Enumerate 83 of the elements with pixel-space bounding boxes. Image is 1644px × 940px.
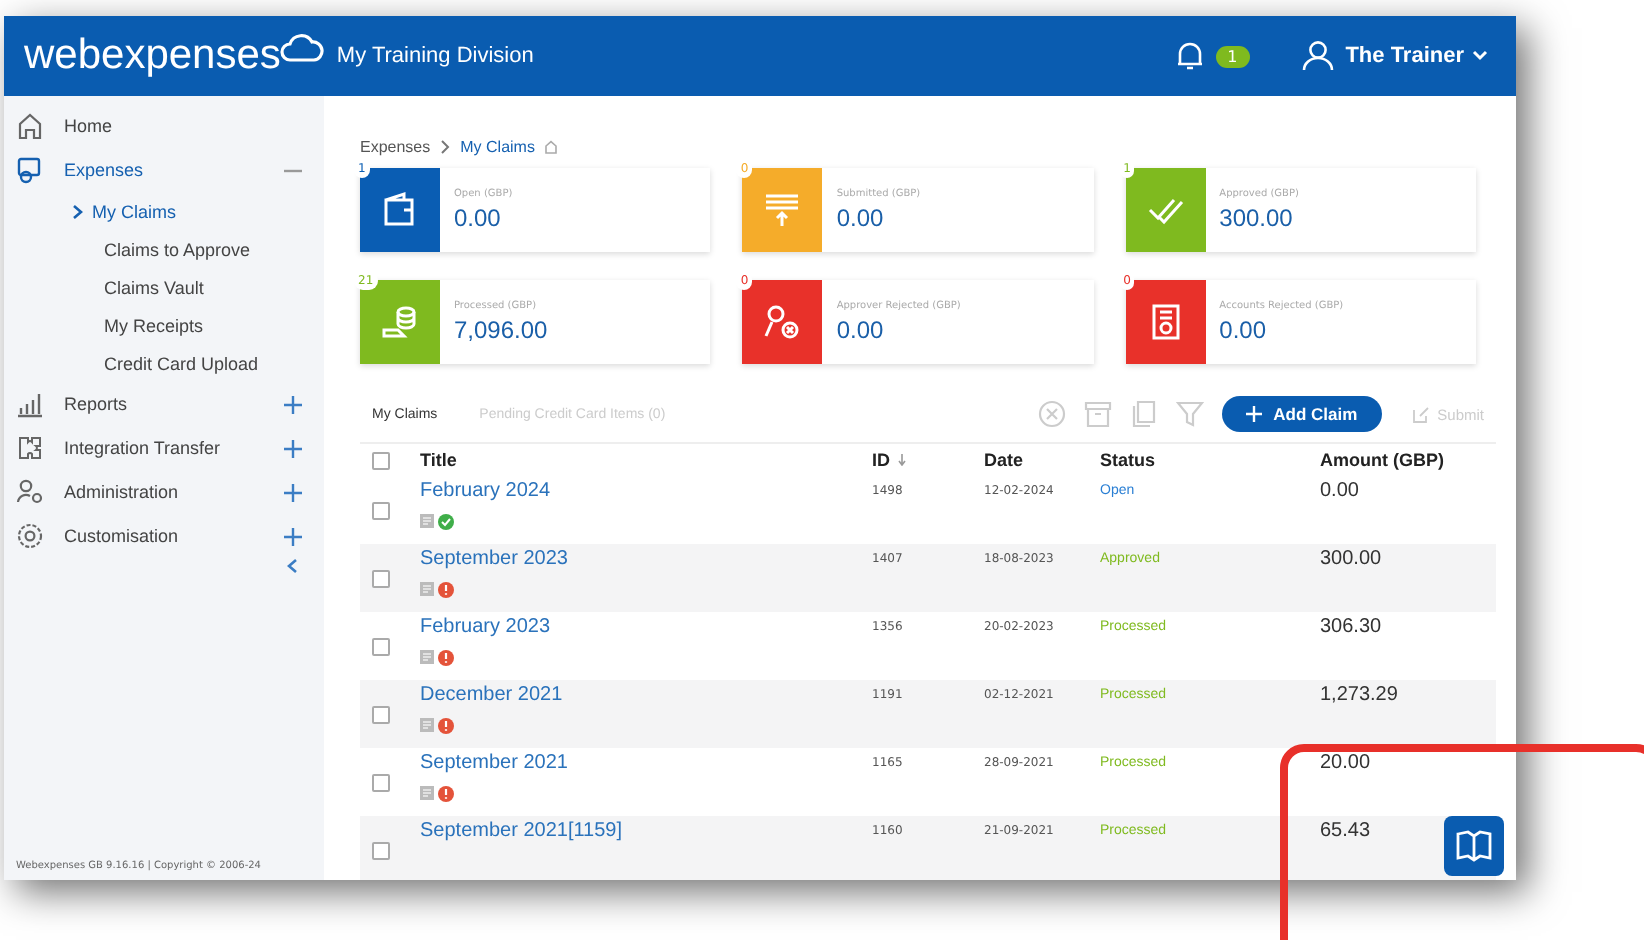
breadcrumb-link[interactable]: My Claims bbox=[460, 137, 535, 155]
upload-icon bbox=[762, 190, 803, 230]
person-gear-icon bbox=[16, 478, 44, 506]
plus-icon[interactable] bbox=[284, 527, 302, 545]
document-icon bbox=[420, 582, 434, 596]
claim-title-link[interactable]: February 2023 bbox=[420, 616, 872, 638]
card-amount: 7,096.00 bbox=[454, 316, 548, 344]
checkbox[interactable] bbox=[372, 773, 390, 791]
claim-title-link[interactable]: December 2021 bbox=[420, 684, 872, 706]
notification-badge: 1 bbox=[1215, 45, 1250, 67]
amount-cell-text: 0.00 bbox=[1320, 478, 1361, 502]
column-header[interactable]: Title bbox=[420, 450, 872, 470]
plus-icon bbox=[1245, 406, 1262, 422]
user-menu[interactable]: The Trainer bbox=[1345, 44, 1488, 68]
claim-title-link[interactable]: September 2023 bbox=[420, 548, 872, 570]
card-amount: 0.00 bbox=[1219, 316, 1269, 344]
division-name: My Training Division bbox=[336, 44, 534, 68]
cloud-icon bbox=[280, 32, 325, 64]
chevron-right-icon bbox=[440, 139, 451, 153]
settings-icon bbox=[16, 522, 44, 550]
cancel-icon[interactable] bbox=[1037, 400, 1066, 428]
plus-icon[interactable] bbox=[284, 395, 302, 413]
checkbox[interactable] bbox=[372, 637, 390, 655]
nav-item[interactable]: Home bbox=[64, 116, 308, 136]
nav-subitem[interactable]: My Claims bbox=[84, 201, 176, 221]
puzzle-icon bbox=[16, 434, 44, 462]
nav-subitem[interactable]: My Receipts bbox=[84, 315, 204, 335]
card-amount: 0.00 bbox=[454, 204, 503, 232]
nav-item[interactable]: Administration bbox=[64, 482, 264, 502]
chevron-right-icon bbox=[72, 203, 84, 219]
wallet-icon bbox=[380, 190, 420, 230]
copy-icon[interactable] bbox=[1129, 400, 1158, 428]
plus-icon[interactable] bbox=[284, 483, 302, 501]
nav-item[interactable]: Customisation bbox=[64, 526, 264, 546]
plus-icon[interactable] bbox=[284, 439, 302, 457]
breadcrumb-link[interactable]: Expenses bbox=[360, 137, 431, 155]
sort-arrow-icon bbox=[898, 454, 906, 466]
document-icon bbox=[420, 786, 434, 800]
claim-title-link[interactable]: September 2021 bbox=[420, 752, 872, 774]
checkbox[interactable] bbox=[372, 451, 390, 469]
nav-subitem[interactable]: Credit Card Upload bbox=[84, 353, 259, 373]
checkbox[interactable] bbox=[372, 705, 390, 723]
person-cross-icon bbox=[762, 302, 803, 342]
card-amount: 0.00 bbox=[836, 316, 886, 344]
book-icon bbox=[1456, 830, 1492, 862]
amount-cell-text: 1,273.29 bbox=[1320, 682, 1400, 706]
bar-chart-icon bbox=[16, 390, 44, 418]
logo[interactable]: webexpenses bbox=[24, 32, 281, 80]
checkbox[interactable] bbox=[372, 501, 390, 519]
collapse-icon[interactable] bbox=[286, 558, 298, 574]
document-icon bbox=[420, 650, 434, 664]
add-claim-button[interactable]: Add Claim bbox=[1221, 396, 1382, 432]
column-header[interactable]: Date bbox=[984, 450, 1100, 470]
chevron-down-icon bbox=[1472, 50, 1488, 62]
bell-icon[interactable] bbox=[1175, 40, 1204, 72]
amount-cell-text: 20.00 bbox=[1320, 750, 1373, 774]
nav-subitem[interactable]: Claims Vault bbox=[84, 277, 204, 297]
nav-subitem[interactable]: Claims to Approve bbox=[84, 239, 251, 259]
user-icon bbox=[1301, 40, 1334, 72]
help-button[interactable] bbox=[1444, 816, 1504, 876]
nav-item[interactable]: Expenses bbox=[64, 160, 264, 180]
claim-title-link[interactable]: February 2024 bbox=[420, 480, 872, 502]
filter-icon[interactable] bbox=[1175, 400, 1204, 428]
column-header[interactable]: ID bbox=[872, 450, 984, 470]
nav-item[interactable]: Integration Transfer bbox=[64, 438, 264, 458]
nav-item[interactable]: Reports bbox=[64, 394, 264, 414]
document-icon bbox=[420, 718, 434, 732]
checkbox[interactable] bbox=[372, 841, 390, 859]
amount-cell-text: 306.30 bbox=[1320, 614, 1384, 638]
card-amount: 300.00 bbox=[1219, 204, 1295, 232]
home-icon bbox=[16, 112, 44, 140]
card-amount: 0.00 bbox=[836, 204, 886, 232]
edit-icon bbox=[1411, 405, 1430, 423]
column-header[interactable]: Amount (GBP) bbox=[1320, 450, 1480, 470]
archive-icon[interactable] bbox=[1083, 400, 1112, 428]
claim-title-link[interactable]: September 2021[1159] bbox=[420, 820, 872, 842]
column-header[interactable]: Status bbox=[1100, 450, 1320, 470]
amount-cell-text: 300.00 bbox=[1320, 546, 1384, 570]
document-icon bbox=[420, 514, 434, 528]
amount-cell-text: 65.43 bbox=[1320, 818, 1373, 842]
checkbox[interactable] bbox=[372, 569, 390, 587]
coins-icon bbox=[380, 302, 420, 342]
home-icon bbox=[544, 139, 559, 153]
